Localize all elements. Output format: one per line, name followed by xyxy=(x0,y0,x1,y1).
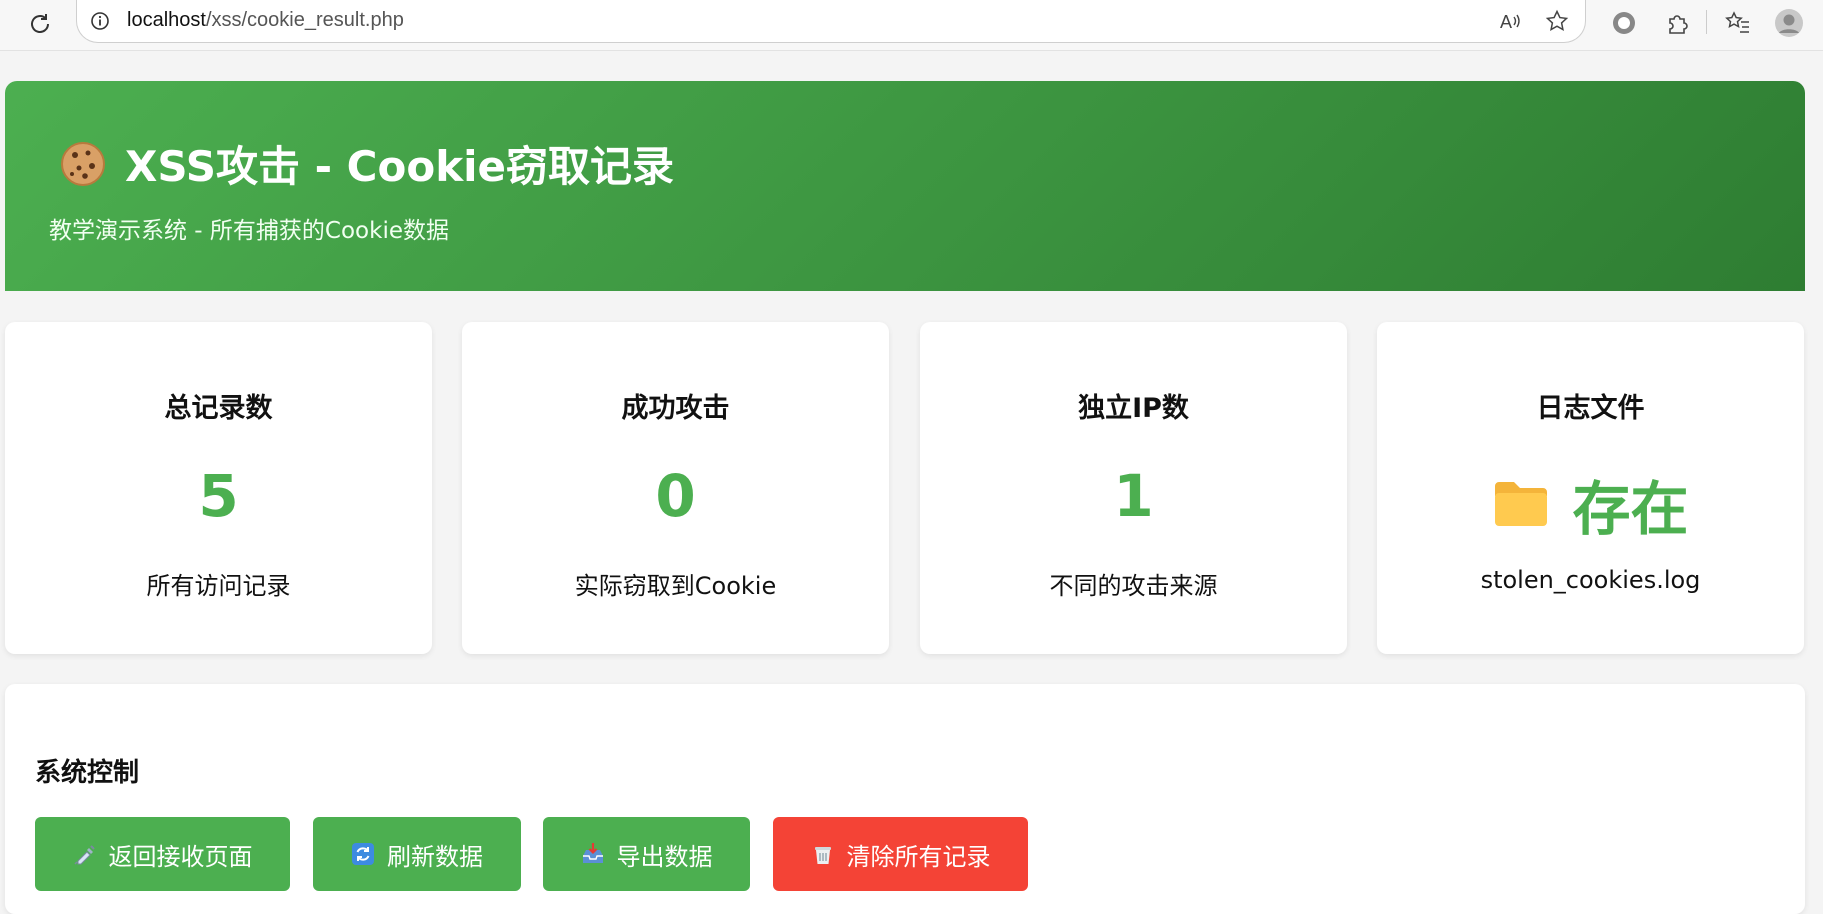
button-label: 刷新数据 xyxy=(387,842,483,871)
export-data-button[interactable]: 导出数据 xyxy=(543,817,750,891)
page-header: XSS攻击 - Cookie窃取记录 教学演示系统 - 所有捕获的Cookie数… xyxy=(5,81,1805,291)
button-label: 清除所有记录 xyxy=(846,842,991,871)
stat-desc: stolen_cookies.log xyxy=(1480,566,1701,594)
favorites-list-icon[interactable] xyxy=(1723,8,1753,38)
syringe-icon xyxy=(73,845,95,865)
cookie-icon xyxy=(61,141,105,186)
browser-toolbar: localhost/xss/cookie_result.php A xyxy=(0,0,1823,51)
extensions-puzzle-icon[interactable] xyxy=(1662,8,1692,38)
stat-value: 0 xyxy=(462,462,889,530)
stat-label: 总记录数 xyxy=(164,393,273,424)
stat-desc: 不同的攻击来源 xyxy=(1049,572,1218,600)
stat-card-unique-ip: 独立IP数 1 不同的攻击来源 xyxy=(920,322,1347,654)
stat-card-total: 总记录数 5 所有访问记录 xyxy=(5,322,432,654)
url-path: /xss/cookie_result.php xyxy=(205,9,404,31)
stat-value-text: 存在 xyxy=(1572,475,1689,543)
stat-card-success: 成功攻击 0 实际窃取到Cookie xyxy=(462,322,889,654)
favorite-star-icon[interactable] xyxy=(1544,8,1570,34)
refresh-icon xyxy=(352,843,374,865)
extension-record-icon[interactable] xyxy=(1609,8,1639,38)
stat-label: 日志文件 xyxy=(1536,393,1645,424)
page-title: XSS攻击 - Cookie窃取记录 xyxy=(59,133,674,194)
stat-value-text: 5 xyxy=(198,462,239,530)
stat-desc: 所有访问记录 xyxy=(146,572,291,600)
page-subtitle: 教学演示系统 - 所有捕获的Cookie数据 xyxy=(49,218,449,244)
button-label: 返回接收页面 xyxy=(108,842,253,871)
button-label: 导出数据 xyxy=(616,842,713,871)
stat-desc: 实际窃取到Cookie xyxy=(574,572,777,600)
profile-avatar-icon[interactable] xyxy=(1774,8,1804,38)
site-info-icon[interactable] xyxy=(89,10,111,32)
page-title-text: XSS攻击 - Cookie窃取记录 xyxy=(125,142,675,191)
read-aloud-icon[interactable]: A xyxy=(1497,8,1523,34)
stat-label: 独立IP数 xyxy=(1078,393,1189,424)
svg-text:A: A xyxy=(1500,12,1512,32)
inbox-icon xyxy=(582,843,603,863)
stat-value: 5 xyxy=(5,462,432,530)
back-to-receiver-button[interactable]: 返回接收页面 xyxy=(35,817,290,891)
reload-icon[interactable] xyxy=(24,8,56,40)
stat-value: 存在 xyxy=(1377,462,1804,546)
stat-label: 成功攻击 xyxy=(621,393,730,424)
url-text[interactable]: localhost/xss/cookie_result.php xyxy=(127,9,404,32)
refresh-data-button[interactable]: 刷新数据 xyxy=(313,817,521,891)
toolbar-divider xyxy=(1706,10,1707,34)
stat-card-logfile: 日志文件 存在 stolen_cookies.log xyxy=(1377,322,1804,654)
trash-icon xyxy=(814,847,831,864)
folder-icon xyxy=(1495,482,1548,526)
stat-value-text: 1 xyxy=(1113,462,1154,530)
stat-value: 1 xyxy=(920,462,1347,530)
system-control-panel: 系统控制 返回接收页面 刷新数据 导出数据 清除所有记录 xyxy=(5,684,1805,914)
stat-value-text: 0 xyxy=(655,462,696,530)
url-host: localhost xyxy=(127,9,206,31)
address-bar[interactable]: localhost/xss/cookie_result.php A xyxy=(76,0,1586,43)
panel-title: 系统控制 xyxy=(35,758,140,788)
clear-records-button[interactable]: 清除所有记录 xyxy=(773,817,1028,891)
